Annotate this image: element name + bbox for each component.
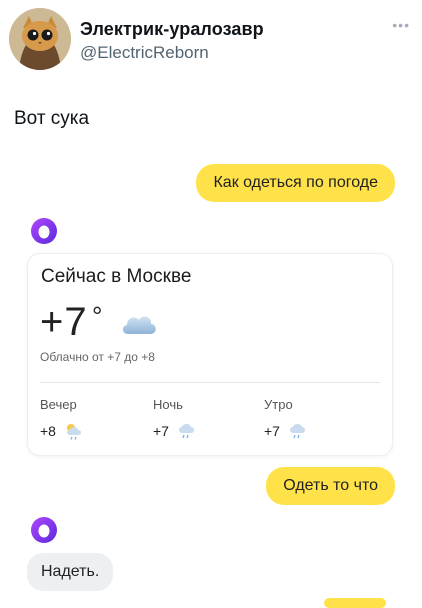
- period-temperature: +7: [153, 423, 169, 439]
- period-temperature: +8: [40, 423, 56, 439]
- user-message: Как одеться по погоде: [196, 164, 395, 202]
- weather-description: Облачно от +7 до +8: [40, 350, 155, 364]
- weather-card[interactable]: Сейчас в Москве +7 ° Облачно от +7 до +8…: [27, 253, 393, 456]
- cloud-rain-icon: [178, 424, 194, 439]
- tweet-text: Вот сука: [14, 108, 90, 129]
- author-name[interactable]: Электрик-уралозавр: [80, 19, 264, 40]
- forecast-morning: Утро +7: [264, 397, 374, 440]
- more-dots-icon[interactable]: •••: [392, 18, 410, 32]
- weather-title: Сейчас в Москве: [41, 266, 192, 287]
- cloud-rain-icon: [289, 424, 305, 439]
- divider: [40, 382, 380, 383]
- period-label: Вечер: [40, 397, 77, 412]
- partly-cloudy-rain-icon: [66, 424, 81, 440]
- alice-ring-icon: [31, 517, 57, 543]
- alice-ring-icon: [31, 218, 57, 244]
- avatar[interactable]: [9, 8, 71, 70]
- cat-avatar-icon: [9, 8, 71, 70]
- forecast-night: Ночь +7: [153, 397, 263, 440]
- user-message-partial: [324, 598, 386, 608]
- assistant-message: Надеть.: [27, 553, 114, 591]
- cloud-icon: [122, 316, 156, 334]
- author-handle[interactable]: @ElectricReborn: [80, 43, 209, 63]
- period-label: Ночь: [153, 397, 183, 412]
- user-message: Одеть то что: [266, 467, 395, 505]
- degree-symbol: °: [92, 301, 103, 331]
- forecast-evening: Вечер +8: [40, 397, 150, 440]
- current-temperature: +7: [40, 300, 88, 344]
- period-label: Утро: [264, 397, 293, 412]
- period-temperature: +7: [264, 423, 280, 439]
